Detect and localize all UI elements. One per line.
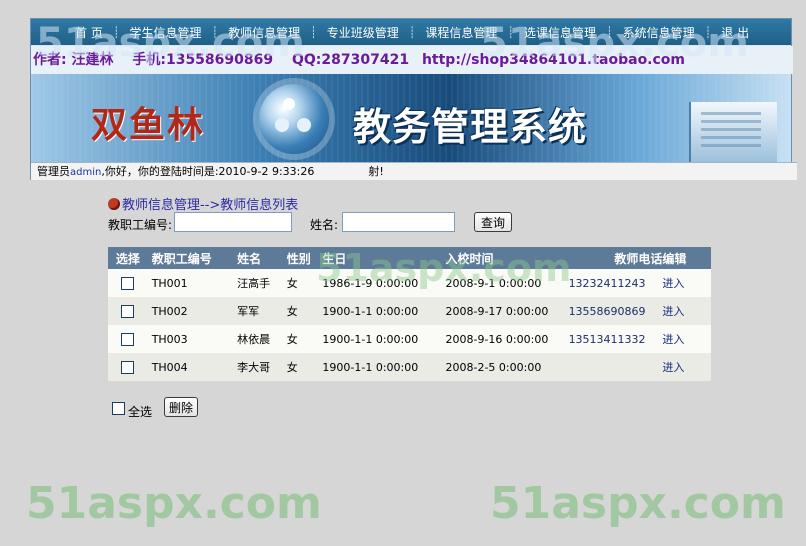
table-row: TH004 李大哥 女 1900-1-1 0:00:00 2008-2-5 0:… [108,353,711,381]
orb-logo-icon [259,84,329,154]
nav-separator: ┊ [507,25,515,39]
cell-name: 李大哥 [237,353,287,381]
enter-link[interactable]: 进入 [662,353,711,381]
cell-entry-date: 2008-9-16 0:00:00 [445,325,569,353]
status-message: ,你好，你的登陆时间是:2010-9-2 9:33:26 [101,165,315,178]
brand-logo: 双鱼林 [91,104,206,146]
teacher-table: 选择 教职工编号 姓名 性别 生日 入校时间 教师电话 编辑 TH001 汪高手… [108,247,711,381]
cell-sex: 女 [286,325,323,353]
teacher-id-label: 教职工编号: [108,218,173,232]
table-row: TH002 军军 女 1900-1-1 0:00:00 2008-9-17 0:… [108,297,711,325]
row-checkbox[interactable] [121,360,135,374]
status-prefix: 管理员 [37,165,70,178]
table-row: TH003 林依晨 女 1900-1-1 0:00:00 2008-9-16 0… [108,325,711,353]
breadcrumb: 教师信息管理-->教师信息列表 [108,194,298,213]
name-input[interactable] [342,212,455,232]
query-button[interactable]: 查询 [474,212,513,232]
enter-link[interactable]: 进入 [662,269,711,297]
nav-item-teachers[interactable]: 教师信息管理 [218,24,310,41]
cell-phone: 13558690869 [568,297,663,325]
cell-entry-date: 2008-2-5 0:00:00 [445,353,569,381]
table-row: TH001 汪高手 女 1986-1-9 0:00:00 2008-9-1 0:… [108,269,711,297]
search-form: 教职工编号: 姓名: 查询 [108,212,528,234]
select-all-checkbox[interactable] [112,402,125,415]
nav-item-majors[interactable]: 专业班级管理 [317,24,409,41]
cell-birthday: 1900-1-1 0:00:00 [322,325,446,353]
nav-separator: ┊ [310,25,317,39]
enter-link[interactable]: 进入 [662,325,711,353]
col-header-edit: 编辑 [662,247,711,269]
enter-link[interactable]: 进入 [662,297,711,325]
nav-item-home[interactable]: 首 页 [65,24,113,41]
name-label: 姓名: [310,218,339,232]
cell-name: 汪高手 [237,269,287,297]
row-checkbox[interactable] [121,332,135,346]
login-status: 管理员admin,你好，你的登陆时间是:2010-9-2 9:33:26 射! [31,162,797,180]
banner: 双鱼林 教务管理系统 [31,74,791,162]
cell-phone: 13513411332 [568,325,663,353]
col-header-birthday: 生日 [322,247,446,269]
nav-separator: ┊ [112,25,120,39]
cell-teacher-id: TH002 [147,297,238,325]
header: 首 页 ┊ 学生信息管理 ┊ 教师信息管理 ┊ 专业班级管理 ┊ 课程信息管理 … [30,18,797,180]
cell-name: 军军 [237,297,287,325]
nav-item-courses[interactable]: 课程信息管理 [415,24,507,41]
cell-teacher-id: TH004 [147,353,238,381]
breadcrumb-icon [108,198,120,210]
row-checkbox[interactable] [121,304,135,318]
cell-teacher-id: TH003 [147,325,238,353]
watermark: 51aspx.com [490,478,786,529]
row-checkbox[interactable] [121,276,135,290]
cell-phone [568,353,663,381]
cell-entry-date: 2008-9-1 0:00:00 [445,269,569,297]
nav-separator: ┊ [606,25,613,39]
cell-phone: 13232411243 [568,269,663,297]
author-url: http://shop34864101.taobao.com [421,52,686,68]
author-name: 作者: 汪建林 [33,52,114,68]
select-all-label: 全选 [128,405,153,419]
col-header-teacher-id: 教职工编号 [147,247,238,269]
cell-birthday: 1900-1-1 0:00:00 [322,297,446,325]
teacher-id-input[interactable] [174,212,292,232]
col-header-entry-date: 入校时间 [445,247,569,269]
nav-item-students[interactable]: 学生信息管理 [119,24,211,41]
nav-item-logout[interactable]: 退 出 [711,24,759,41]
cell-sex: 女 [286,269,323,297]
cell-name: 林依晨 [237,325,287,353]
col-header-select: 选择 [108,247,148,269]
col-header-sex: 性别 [286,247,323,269]
author-info: 作者: 汪建林 手机:13558690869 QQ:287307421 http… [31,46,793,74]
cell-teacher-id: TH001 [147,269,238,297]
nav-separator: ┊ [704,25,712,39]
system-title: 教务管理系统 [353,105,588,149]
col-header-phone: 教师电话 [568,247,663,269]
cell-sex: 女 [286,297,323,325]
table-header-row: 选择 教职工编号 姓名 性别 生日 入校时间 教师电话 编辑 [108,247,711,269]
nav-separator: ┊ [408,25,416,39]
status-extra: 射! [368,165,384,178]
cell-sex: 女 [286,353,323,381]
cell-birthday: 1986-1-9 0:00:00 [322,269,446,297]
author-phone: 手机:13558690869 [132,52,274,68]
author-qq: QQ:287307421 [292,52,410,68]
building-graphic-icon [689,102,777,162]
status-username: admin [70,167,102,178]
nav-item-system[interactable]: 系统信息管理 [613,24,705,41]
watermark: 51aspx.com [26,478,322,529]
breadcrumb-text: 教师信息管理-->教师信息列表 [122,198,299,213]
nav-separator: ┊ [211,25,219,39]
delete-button[interactable]: 删除 [164,397,199,417]
nav-item-enrollment[interactable]: 选课信息管理 [514,24,606,41]
top-nav: 首 页 ┊ 学生信息管理 ┊ 教师信息管理 ┊ 专业班级管理 ┊ 课程信息管理 … [31,19,791,45]
cell-entry-date: 2008-9-17 0:00:00 [445,297,569,325]
cell-birthday: 1900-1-1 0:00:00 [322,353,446,381]
col-header-name: 姓名 [237,247,287,269]
